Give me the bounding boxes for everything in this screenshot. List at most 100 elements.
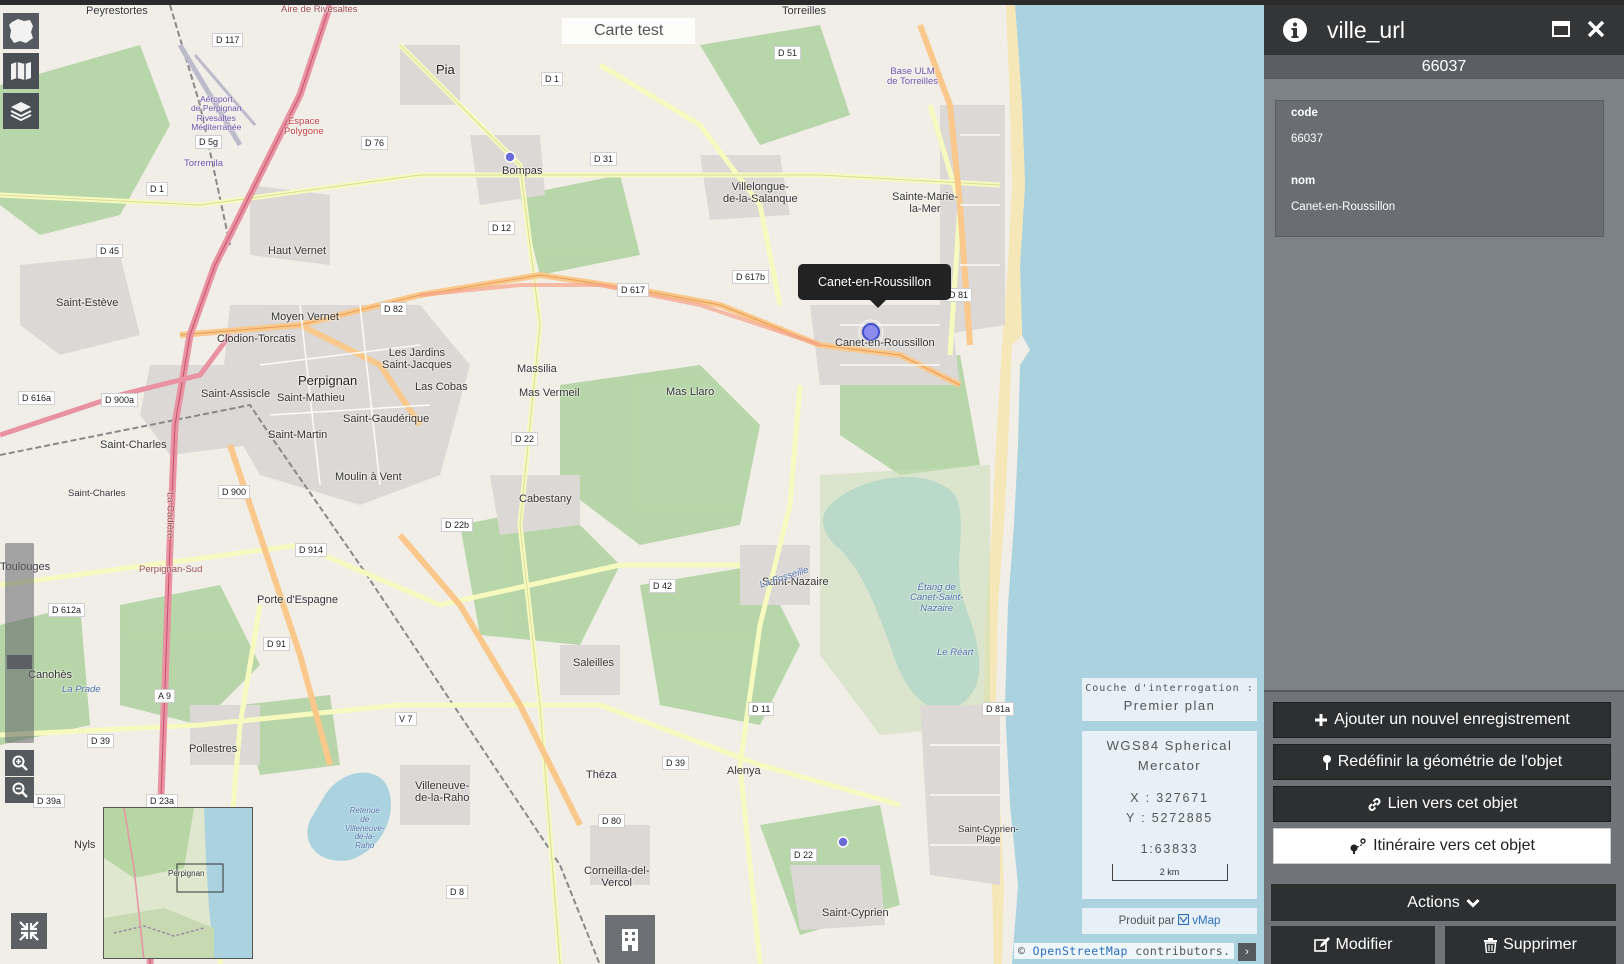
zoom-out-button[interactable] <box>5 777 34 803</box>
app-logo-icon <box>9 19 33 43</box>
map-icon <box>11 62 31 80</box>
vmap-logo-icon <box>1177 913 1190 926</box>
attribution-prefix: © <box>1018 944 1026 958</box>
osm-link[interactable]: OpenStreetMap <box>1033 944 1128 958</box>
road-label: D 1 <box>146 182 169 196</box>
place-label: Torreilles <box>782 5 827 17</box>
road-label: D 617b <box>732 270 770 284</box>
map-toolbar <box>3 13 39 129</box>
road-label: D 22 <box>511 432 539 446</box>
place-label: Sainte-Marie- la-Mer <box>892 191 959 216</box>
road-label: D 8 <box>446 885 469 899</box>
map-title: Carte test <box>562 18 696 44</box>
place-label: Saint-Charles <box>100 439 167 451</box>
place-label: Moyen Vernet <box>271 311 339 323</box>
vmap-link[interactable]: vMap <box>1177 913 1220 927</box>
building-icon <box>622 929 638 951</box>
query-layer-box: Couche d'interrogation : Premier plan <box>1082 678 1257 721</box>
place-label: Porte d'Espagne <box>257 594 338 606</box>
coord-x: X : 327671 <box>1130 791 1209 805</box>
attribution-toggle-button[interactable]: › <box>1238 943 1256 961</box>
close-button[interactable] <box>1586 19 1606 44</box>
place-label: Villelongue- de-la-Salanque <box>723 181 798 206</box>
road-label: D 1 <box>541 72 564 86</box>
add-record-label: Ajouter un nouvel enregistrement <box>1334 711 1570 728</box>
water-label: Le Réart <box>937 647 974 658</box>
poi-label: La Cadière <box>164 491 176 539</box>
scale-value: 1:63833 <box>1140 842 1199 856</box>
query-layer-label: Couche d'interrogation : <box>1085 683 1254 694</box>
place-label: Corneilla-del- Vercol <box>584 865 650 890</box>
place-label: Saint-Cyprien <box>822 907 889 919</box>
query-layer-value: Premier plan <box>1123 698 1216 713</box>
collapse-button[interactable] <box>11 913 47 949</box>
add-record-button[interactable]: Ajouter un nouvel enregistrement <box>1273 702 1611 738</box>
place-label: Peyrestortes <box>86 5 148 17</box>
bottom-panel-toggle[interactable] <box>605 915 655 964</box>
route-icon <box>1350 838 1366 854</box>
road-label: D 22b <box>441 518 474 532</box>
pin-icon <box>1322 755 1331 770</box>
map-viewport[interactable]: Peyrestortes Pia Torreilles Bompas Ville… <box>0 5 1264 964</box>
road-label: D 80 <box>598 814 626 828</box>
road-label: D 39a <box>33 794 66 808</box>
place-label: Pollestres <box>189 743 238 755</box>
plus-icon <box>1315 714 1328 726</box>
route-label: Itinéraire vers cet objet <box>1373 837 1535 854</box>
place-label: Saint-Assiscle <box>201 388 271 400</box>
layers-button[interactable] <box>3 93 39 129</box>
zoom-slider-thumb[interactable] <box>7 655 32 669</box>
route-button[interactable]: Itinéraire vers cet objet <box>1273 828 1611 864</box>
poi-label: Saint-Charles <box>68 488 126 499</box>
panel-subtitle: 66037 <box>1264 55 1624 79</box>
map-list-button[interactable] <box>3 53 39 89</box>
place-label: Clodion-Torcatis <box>217 333 296 345</box>
object-link-label: Lien vers cet objet <box>1387 795 1518 812</box>
vmap-link-text[interactable]: vMap <box>1192 915 1220 927</box>
coord-y: Y : 5272885 <box>1126 811 1213 825</box>
edit-icon <box>1313 937 1330 952</box>
collapse-icon <box>19 921 39 941</box>
road-label: D 82 <box>380 302 408 316</box>
zoom-in-button[interactable] <box>5 750 34 776</box>
attribute-list: code 66037 nom Canet-en-Roussillon <box>1275 100 1604 237</box>
road-label: D 81a <box>982 702 1015 716</box>
place-label: Bompas <box>502 165 543 177</box>
trash-icon <box>1484 937 1498 953</box>
water-label: Retenue de Villeneuve- de-la- Raho <box>345 806 385 851</box>
road-label: D 12 <box>488 221 516 235</box>
maximize-button[interactable] <box>1552 21 1570 42</box>
actions-dropdown[interactable]: Actions <box>1271 884 1616 921</box>
road-label: D 42 <box>649 579 677 593</box>
zoom-slider[interactable] <box>5 543 34 743</box>
road-label: D 39 <box>87 734 115 748</box>
road-label: D 23a <box>146 794 179 808</box>
app-logo-button[interactable] <box>3 13 39 49</box>
delete-button[interactable]: Supprimer <box>1445 926 1616 964</box>
zoom-in-icon <box>12 755 28 771</box>
maximize-icon <box>1552 21 1570 37</box>
road-label: D 5g <box>195 135 223 149</box>
info-icon <box>1283 18 1307 42</box>
road-label: D 45 <box>96 244 124 258</box>
road-label: D 612a <box>48 603 86 617</box>
place-label: Saint-Martin <box>268 429 328 441</box>
object-link-button[interactable]: Lien vers cet objet <box>1273 786 1611 822</box>
actions-label: Actions <box>1407 893 1460 911</box>
place-label: Canohès <box>28 669 73 681</box>
poi-label: Torremila <box>184 158 224 169</box>
place-label: Perpignan <box>298 373 358 388</box>
poi-label: Perpignan-Sud <box>139 564 203 575</box>
poi-label: Base ULM de Torreilles <box>887 66 939 88</box>
place-label: Nyls <box>74 839 96 851</box>
feature-panel: ville_url 66037 code 66037 nom Canet-en-… <box>1264 5 1624 964</box>
redefine-geometry-button[interactable]: Redéfinir la géométrie de l'objet <box>1273 744 1611 780</box>
delete-label: Supprimer <box>1503 936 1577 953</box>
modify-button[interactable]: Modifier <box>1271 926 1435 964</box>
road-label: D 22 <box>790 848 818 862</box>
poi-label: Aire de Rivesaltes <box>281 5 358 15</box>
scale-bar: 2 km <box>1111 864 1228 881</box>
road-label: D 616a <box>18 391 56 405</box>
overview-map[interactable]: Perpignan <box>103 807 253 959</box>
place-label: Pia <box>436 62 455 77</box>
